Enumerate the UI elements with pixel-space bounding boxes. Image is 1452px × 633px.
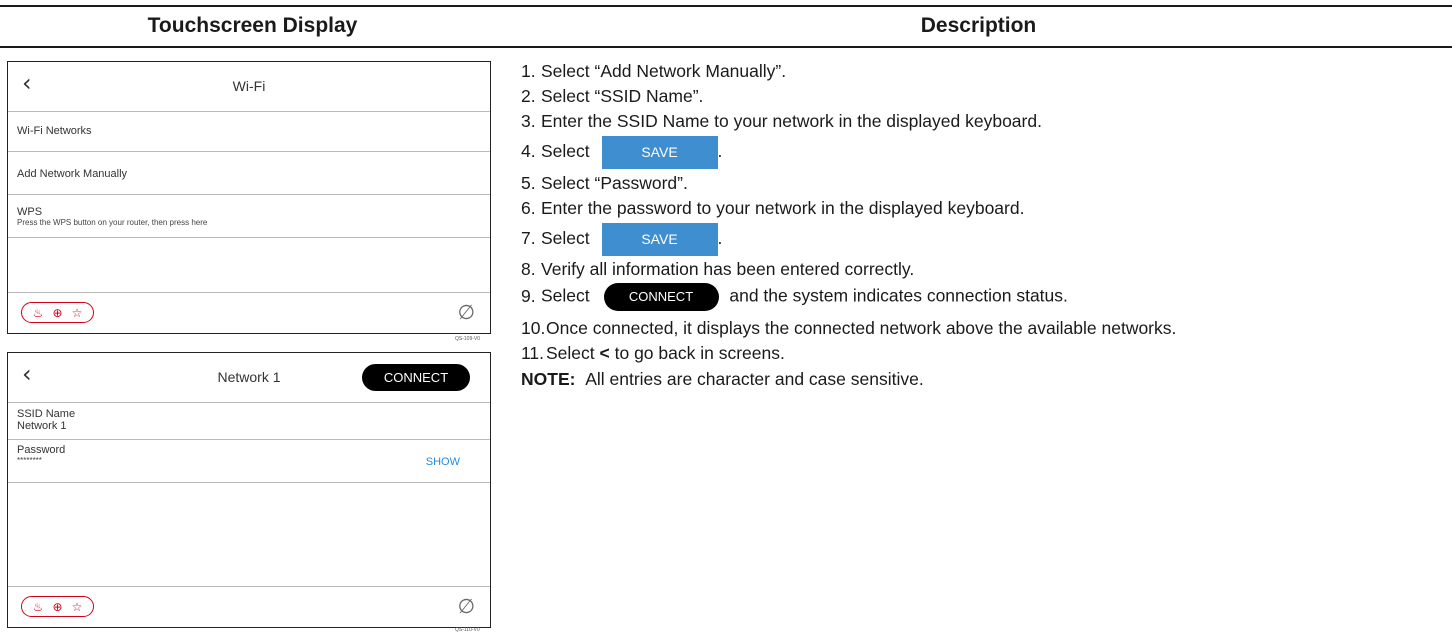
- column-header-description: Description: [920, 14, 1037, 37]
- wifi-screen-title: Wi-Fi: [232, 78, 266, 94]
- wifi-screen: ‹ Wi-Fi Wi-Fi Networks Add Network Manua…: [7, 61, 491, 334]
- step-2: 2. Select “SSID Name”.: [521, 86, 704, 106]
- network-screen: ‹ Network 1 CONNECT SSID Name Network 1 …: [7, 352, 491, 628]
- step-3: 3. Enter the SSID Name to your network in…: [521, 111, 1042, 131]
- wifi-screen-footer: ♨ ⊕ ☆ ∅: [8, 292, 490, 333]
- medical-icon[interactable]: ⊕: [52, 601, 62, 613]
- step-5: 5. Select “Password”.: [521, 173, 688, 193]
- emergency-buttons[interactable]: ♨ ⊕ ☆: [21, 596, 94, 617]
- wifi-networks-row[interactable]: Wi-Fi Networks: [8, 112, 490, 152]
- note-text: All entries are character and case sensi…: [585, 369, 924, 389]
- save-button-sample: SAVE: [601, 223, 718, 256]
- medical-icon[interactable]: ⊕: [52, 307, 62, 319]
- add-network-manually-label: Add Network Manually: [17, 168, 128, 180]
- fire-icon[interactable]: ♨: [33, 307, 44, 319]
- password-value: ********: [17, 456, 42, 465]
- header-rule: [0, 46, 1452, 48]
- wps-row[interactable]: WPS Press the WPS button on your router,…: [8, 195, 490, 238]
- connect-button-sample: CONNECT: [603, 283, 719, 311]
- password-label: Password: [17, 444, 66, 456]
- wps-instructions: Press the WPS button on your router, the…: [17, 218, 208, 227]
- step-11: 11. Select < to go back in screens.: [521, 343, 785, 363]
- empty-set-icon[interactable]: ∅: [458, 300, 475, 324]
- save-button-sample: SAVE: [601, 136, 718, 169]
- column-header-touchscreen: Touchscreen Display: [147, 14, 358, 37]
- show-password-button[interactable]: SHOW: [426, 456, 460, 468]
- back-symbol: <: [599, 343, 610, 363]
- empty-set-icon[interactable]: ∅: [458, 594, 475, 618]
- step-1: 1. Select “Add Network Manually”.: [521, 61, 787, 81]
- password-row[interactable]: Password ******** SHOW: [8, 440, 490, 483]
- figure-ref-code: QS-110-V0: [455, 627, 480, 633]
- note: NOTE: All entries are character and case…: [521, 369, 924, 390]
- wifi-networks-label: Wi-Fi Networks: [17, 125, 92, 137]
- fire-icon[interactable]: ♨: [33, 601, 44, 613]
- top-rule: [0, 5, 1452, 7]
- emergency-buttons[interactable]: ♨ ⊕ ☆: [21, 302, 94, 323]
- add-network-manually-row[interactable]: Add Network Manually: [8, 152, 490, 195]
- connect-button[interactable]: CONNECT: [362, 364, 470, 391]
- ssid-name-row[interactable]: SSID Name Network 1: [8, 403, 490, 440]
- note-label: NOTE:: [521, 369, 576, 389]
- network-screen-header: ‹ Network 1 CONNECT: [8, 353, 490, 403]
- ssid-name-label: SSID Name: [17, 408, 76, 420]
- wps-label: WPS: [17, 206, 43, 218]
- police-badge-icon[interactable]: ☆: [72, 601, 83, 613]
- step-4: 4. Select SAVE.: [521, 136, 722, 169]
- wifi-screen-header: ‹ Wi-Fi: [8, 62, 490, 112]
- network-screen-footer: ♨ ⊕ ☆ ∅: [8, 586, 490, 627]
- step-7: 7. Select SAVE.: [521, 223, 722, 256]
- step-10: 10.Once connected, it displays the conne…: [521, 318, 1177, 338]
- step-9: 9. Select CONNECT and the system indicate…: [521, 283, 1068, 311]
- police-badge-icon[interactable]: ☆: [72, 307, 83, 319]
- step-8: 8. Verify all information has been entere…: [521, 259, 915, 279]
- step-6: 6. Enter the password to your network in …: [521, 198, 1025, 218]
- ssid-name-value: Network 1: [17, 420, 67, 432]
